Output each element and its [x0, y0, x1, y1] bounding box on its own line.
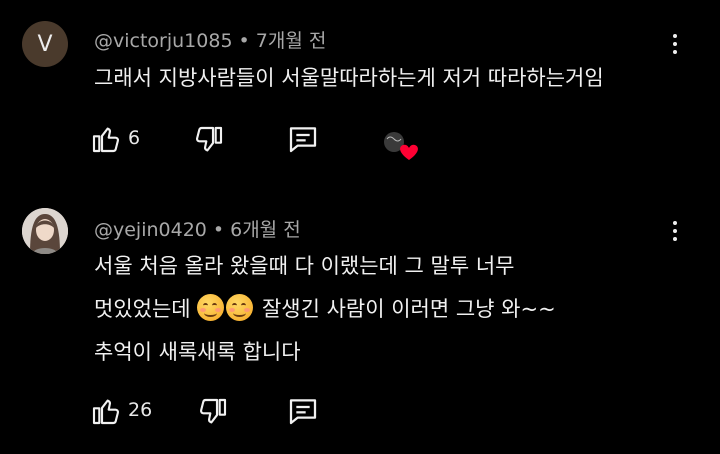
comment-meta: @victorju1085 • 7개월 전 [94, 26, 326, 53]
comment-line-part: 멋있었는데 [94, 297, 198, 321]
comment-item: @yejin0420 • 6개월 전 서울 처음 올라 왔을때 다 이랬는데 그 말… [0, 190, 720, 454]
comment-text: 서울 처음 올라 왔을때 다 이랬는데 그 말투 너무 멋있었는데 잘생긴 사람… [94, 245, 556, 374]
author-handle[interactable]: @victorju1085 [94, 30, 233, 52]
like-icon [92, 399, 120, 425]
reply-icon [289, 399, 317, 425]
comment-actions: 26 [90, 394, 430, 428]
comment-line: 멋있었는데 잘생긴 사람이 이러면 그냥 와~~ [94, 288, 556, 331]
comment-line: 추억이 새록새록 합니다 [94, 340, 301, 364]
like-count: 26 [128, 399, 153, 421]
comment-time[interactable]: 6개월 전 [230, 219, 301, 241]
comment-line: 그래서 지방사람들이 서울말따라하는게 저거 따라하는거임 [94, 66, 604, 90]
author-avatar[interactable]: V [22, 21, 68, 67]
more-icon[interactable] [664, 216, 686, 246]
comment-line: 서울 처음 올라 왔을때 다 이랬는데 그 말투 너무 [94, 254, 515, 278]
comment-actions: 6 [90, 122, 430, 156]
more-icon[interactable] [664, 29, 686, 59]
like-icon [92, 127, 120, 153]
like-button[interactable]: 6 [90, 122, 150, 156]
avatar-photo [22, 208, 68, 254]
reply-button[interactable] [287, 122, 321, 156]
dislike-button[interactable] [197, 394, 231, 428]
meta-separator: • [212, 219, 225, 241]
comment-item: V @victorju1085 • 7개월 전 그래서 지방사람들이 서울말따라하는… [0, 0, 720, 190]
meta-separator: • [238, 30, 250, 52]
comment-time[interactable]: 7개월 전 [256, 30, 327, 52]
smiling-face-emoji [197, 294, 225, 321]
reply-button[interactable] [287, 394, 321, 428]
like-count: 6 [128, 127, 141, 149]
reply-icon [289, 127, 317, 153]
comment-text: 그래서 지방사람들이 서울말따라하는게 저거 따라하는거임 [94, 57, 604, 100]
comment-line-part: 잘생긴 사람이 이러면 그냥 와~~ [255, 297, 556, 321]
author-handle[interactable]: @yejin0420 [94, 219, 207, 241]
dislike-button[interactable] [193, 122, 227, 156]
like-button[interactable]: 26 [90, 394, 160, 428]
creator-heart-icon [384, 132, 418, 160]
avatar-letter: V [37, 31, 53, 57]
author-avatar[interactable] [22, 208, 68, 254]
comment-meta: @yejin0420 • 6개월 전 [94, 215, 301, 242]
dislike-icon [195, 126, 223, 152]
dislike-icon [199, 398, 227, 424]
smiling-face-emoji [226, 294, 254, 321]
